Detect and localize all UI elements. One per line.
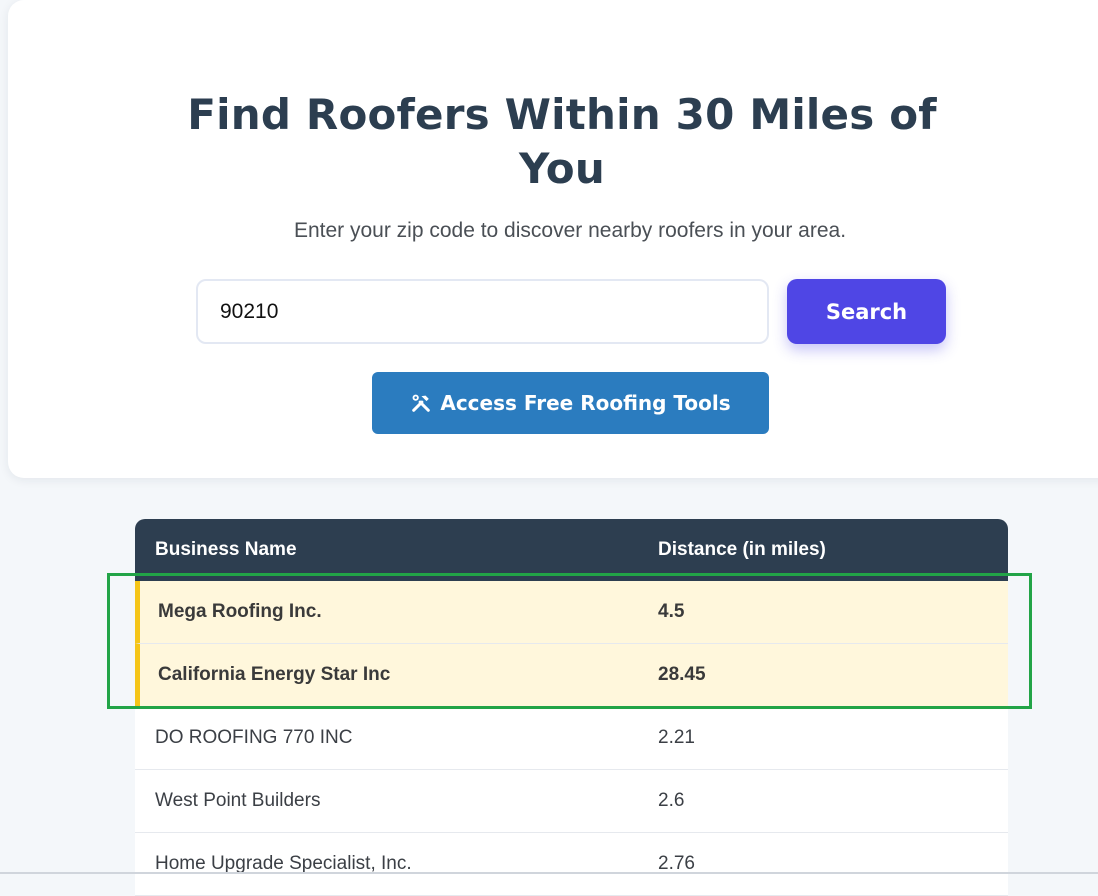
business-name-cell: Mega Roofing Inc.: [158, 601, 322, 622]
table-row[interactable]: Home Upgrade Specialist, Inc. 2.76: [135, 833, 1008, 896]
results-table: Business Name Distance (in miles) Mega R…: [135, 519, 1008, 896]
featured-row[interactable]: Mega Roofing Inc. 4.5: [135, 581, 1008, 644]
featured-row[interactable]: California Energy Star Inc 28.45: [135, 644, 1008, 707]
distance-cell: 2.6: [658, 790, 685, 811]
tools-button-label: Access Free Roofing Tools: [440, 391, 731, 415]
business-name-cell: California Energy Star Inc: [158, 664, 391, 685]
header-business-name: Business Name: [155, 539, 297, 560]
header-distance: Distance (in miles): [658, 539, 826, 560]
table-row[interactable]: West Point Builders 2.6: [135, 770, 1008, 833]
tools-icon: [410, 392, 432, 414]
distance-cell: 2.21: [658, 727, 695, 748]
subtitle: Enter your zip code to discover nearby r…: [293, 219, 847, 242]
page-title: Find Roofers Within 30 Miles of You: [187, 90, 937, 193]
table-row[interactable]: DO ROOFING 770 INC 2.21: [135, 707, 1008, 770]
distance-cell: 4.5: [658, 601, 685, 622]
distance-cell: 28.45: [658, 664, 706, 685]
table-header: Business Name Distance (in miles): [135, 519, 1008, 581]
search-button[interactable]: Search: [787, 279, 946, 344]
zip-code-input[interactable]: [196, 279, 769, 344]
business-name-cell: West Point Builders: [155, 790, 321, 811]
business-name-cell: DO ROOFING 770 INC: [155, 727, 353, 748]
access-roofing-tools-button[interactable]: Access Free Roofing Tools: [372, 372, 769, 434]
